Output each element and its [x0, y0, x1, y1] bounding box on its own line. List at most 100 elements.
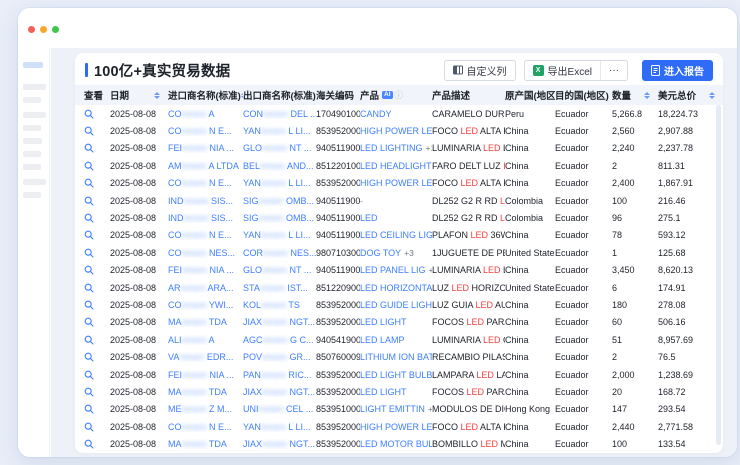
- table-scrollbar[interactable]: [716, 105, 721, 445]
- product-link[interactable]: LIGHT EMITTIN: [360, 404, 425, 414]
- exporter-link[interactable]: STAmnom IST...: [243, 283, 316, 293]
- importer-link[interactable]: AMmnom A LTDA: [168, 161, 243, 171]
- customize-columns-button[interactable]: 自定义列: [444, 60, 516, 81]
- view-button[interactable]: [75, 109, 110, 119]
- product-link[interactable]: -: [360, 196, 363, 206]
- sidebar-item[interactable]: [23, 179, 46, 185]
- sidebar-item[interactable]: [23, 138, 42, 144]
- header-cell[interactable]: 出口商名称(标准): [243, 88, 316, 102]
- product-link[interactable]: HIGH POWER LED F: [360, 178, 432, 188]
- product-link[interactable]: LED LIGHT: [360, 387, 407, 397]
- exporter-link[interactable]: SIGmnom OMB...: [243, 196, 316, 206]
- exporter-link[interactable]: JIAXmnom NGT...: [243, 387, 316, 397]
- importer-link[interactable]: ARmnom ARA...: [168, 283, 243, 293]
- header-cell[interactable]: 查看: [75, 88, 110, 102]
- exporter-link[interactable]: PANmnom RIC...: [243, 370, 316, 380]
- importer-link[interactable]: COmnom N E...: [168, 178, 243, 188]
- exporter-link[interactable]: BELmnom AND...: [243, 161, 316, 171]
- importer-link[interactable]: FEImnom NIA ...: [168, 265, 243, 275]
- view-button[interactable]: [75, 300, 110, 310]
- header-cell[interactable]: 数量: [612, 88, 658, 102]
- product-link[interactable]: LED LIGHT: [360, 317, 407, 327]
- exporter-link[interactable]: YANmnom L LI...: [243, 230, 316, 240]
- view-button[interactable]: [75, 248, 110, 258]
- importer-link[interactable]: FEImnom NIA ...: [168, 370, 243, 380]
- product-link[interactable]: LITHIUM ION BATT: [360, 352, 432, 362]
- product-link[interactable]: LED MOTOR BULB: [360, 439, 432, 449]
- importer-link[interactable]: MAmnom TDA: [168, 317, 243, 327]
- header-cell[interactable]: 产品 AI ⓘ: [360, 88, 432, 102]
- header-cell[interactable]: 目的国(地区): [555, 88, 612, 102]
- exporter-link[interactable]: YANmnom L LI...: [243, 422, 316, 432]
- more-options-button[interactable]: ···: [601, 61, 627, 80]
- product-extra-badge[interactable]: +3: [404, 248, 414, 258]
- exporter-link[interactable]: CONmnom DEL ...: [243, 109, 316, 119]
- product-link[interactable]: LED HORIZONTAL: [360, 283, 432, 293]
- view-button[interactable]: [75, 213, 110, 223]
- view-button[interactable]: [75, 439, 110, 449]
- close-window-button[interactable]: [28, 26, 35, 33]
- info-icon[interactable]: ⓘ: [395, 89, 404, 101]
- importer-link[interactable]: ALImnom A: [168, 335, 243, 345]
- importer-link[interactable]: COmnom NES...: [168, 248, 243, 258]
- product-link[interactable]: CANDY: [360, 109, 392, 119]
- exporter-link[interactable]: UNImnom CEL ...: [243, 404, 316, 414]
- header-cell[interactable]: 进口商名称(标准): [168, 88, 243, 102]
- product-link[interactable]: LED LIGHT BULB: [360, 370, 432, 380]
- view-button[interactable]: [75, 335, 110, 345]
- sidebar-item[interactable]: [23, 125, 41, 131]
- product-link[interactable]: DOG TOY: [360, 248, 401, 258]
- exporter-link[interactable]: GLOmnom NT ...: [243, 143, 316, 153]
- zoom-window-button[interactable]: [52, 26, 59, 33]
- header-cell[interactable]: 原产国(地区): [505, 88, 555, 102]
- view-button[interactable]: [75, 196, 110, 206]
- exporter-link[interactable]: YANmnom L LI...: [243, 178, 316, 188]
- sidebar-item-active[interactable]: [23, 62, 43, 68]
- exporter-link[interactable]: CORmnom NES...: [243, 248, 316, 258]
- minimize-window-button[interactable]: [40, 26, 47, 33]
- header-cell[interactable]: 产品描述: [432, 88, 505, 102]
- importer-link[interactable]: COmnom N E...: [168, 422, 243, 432]
- product-link[interactable]: LED GUIDE LIGHT T: [360, 300, 432, 310]
- view-button[interactable]: [75, 178, 110, 188]
- header-cell[interactable]: 海关编码: [316, 88, 360, 102]
- view-button[interactable]: [75, 404, 110, 414]
- view-button[interactable]: [75, 230, 110, 240]
- importer-link[interactable]: MAmnom TDA: [168, 387, 243, 397]
- importer-link[interactable]: COmnom N E...: [168, 230, 243, 240]
- importer-link[interactable]: FEImnom NIA ...: [168, 143, 243, 153]
- enter-report-button[interactable]: 进入报告: [642, 60, 713, 81]
- sidebar-item[interactable]: [23, 192, 41, 198]
- view-button[interactable]: [75, 161, 110, 171]
- exporter-link[interactable]: POVmnom GR...: [243, 352, 316, 362]
- header-cell[interactable]: 日期: [110, 88, 168, 102]
- sort-icon[interactable]: [154, 92, 160, 99]
- importer-link[interactable]: COmnom YWI...: [168, 300, 243, 310]
- sidebar-item[interactable]: [23, 97, 41, 103]
- importer-link[interactable]: COmnom A: [168, 109, 243, 119]
- exporter-link[interactable]: JIAXmnom NGT...: [243, 317, 316, 327]
- header-cell[interactable]: 美元总价: [658, 88, 723, 102]
- product-link[interactable]: LED LIGHTING: [360, 143, 423, 153]
- view-button[interactable]: [75, 283, 110, 293]
- product-link[interactable]: LED LAMP: [360, 335, 405, 345]
- sort-icon[interactable]: [709, 92, 715, 99]
- importer-link[interactable]: INDmnom SIS...: [168, 213, 243, 223]
- product-link[interactable]: LED CEILING LIGHT: [360, 230, 432, 240]
- view-button[interactable]: [75, 387, 110, 397]
- view-button[interactable]: [75, 126, 110, 136]
- sidebar-item[interactable]: [23, 164, 41, 170]
- view-button[interactable]: [75, 352, 110, 362]
- product-link[interactable]: HIGH POWER LED F: [360, 126, 432, 136]
- product-link[interactable]: LED PANEL LIG: [360, 265, 426, 275]
- exporter-link[interactable]: AGCmnom G C...: [243, 335, 316, 345]
- sidebar-item[interactable]: [23, 151, 41, 157]
- view-button[interactable]: [75, 265, 110, 275]
- exporter-link[interactable]: SIGmnom OMB...: [243, 213, 316, 223]
- exporter-link[interactable]: GLOmnom NT ...: [243, 265, 316, 275]
- importer-link[interactable]: VAmnom EDR...: [168, 352, 243, 362]
- view-button[interactable]: [75, 370, 110, 380]
- view-button[interactable]: [75, 143, 110, 153]
- sidebar-item[interactable]: [23, 84, 46, 90]
- product-link[interactable]: HIGH POWER LED F: [360, 422, 432, 432]
